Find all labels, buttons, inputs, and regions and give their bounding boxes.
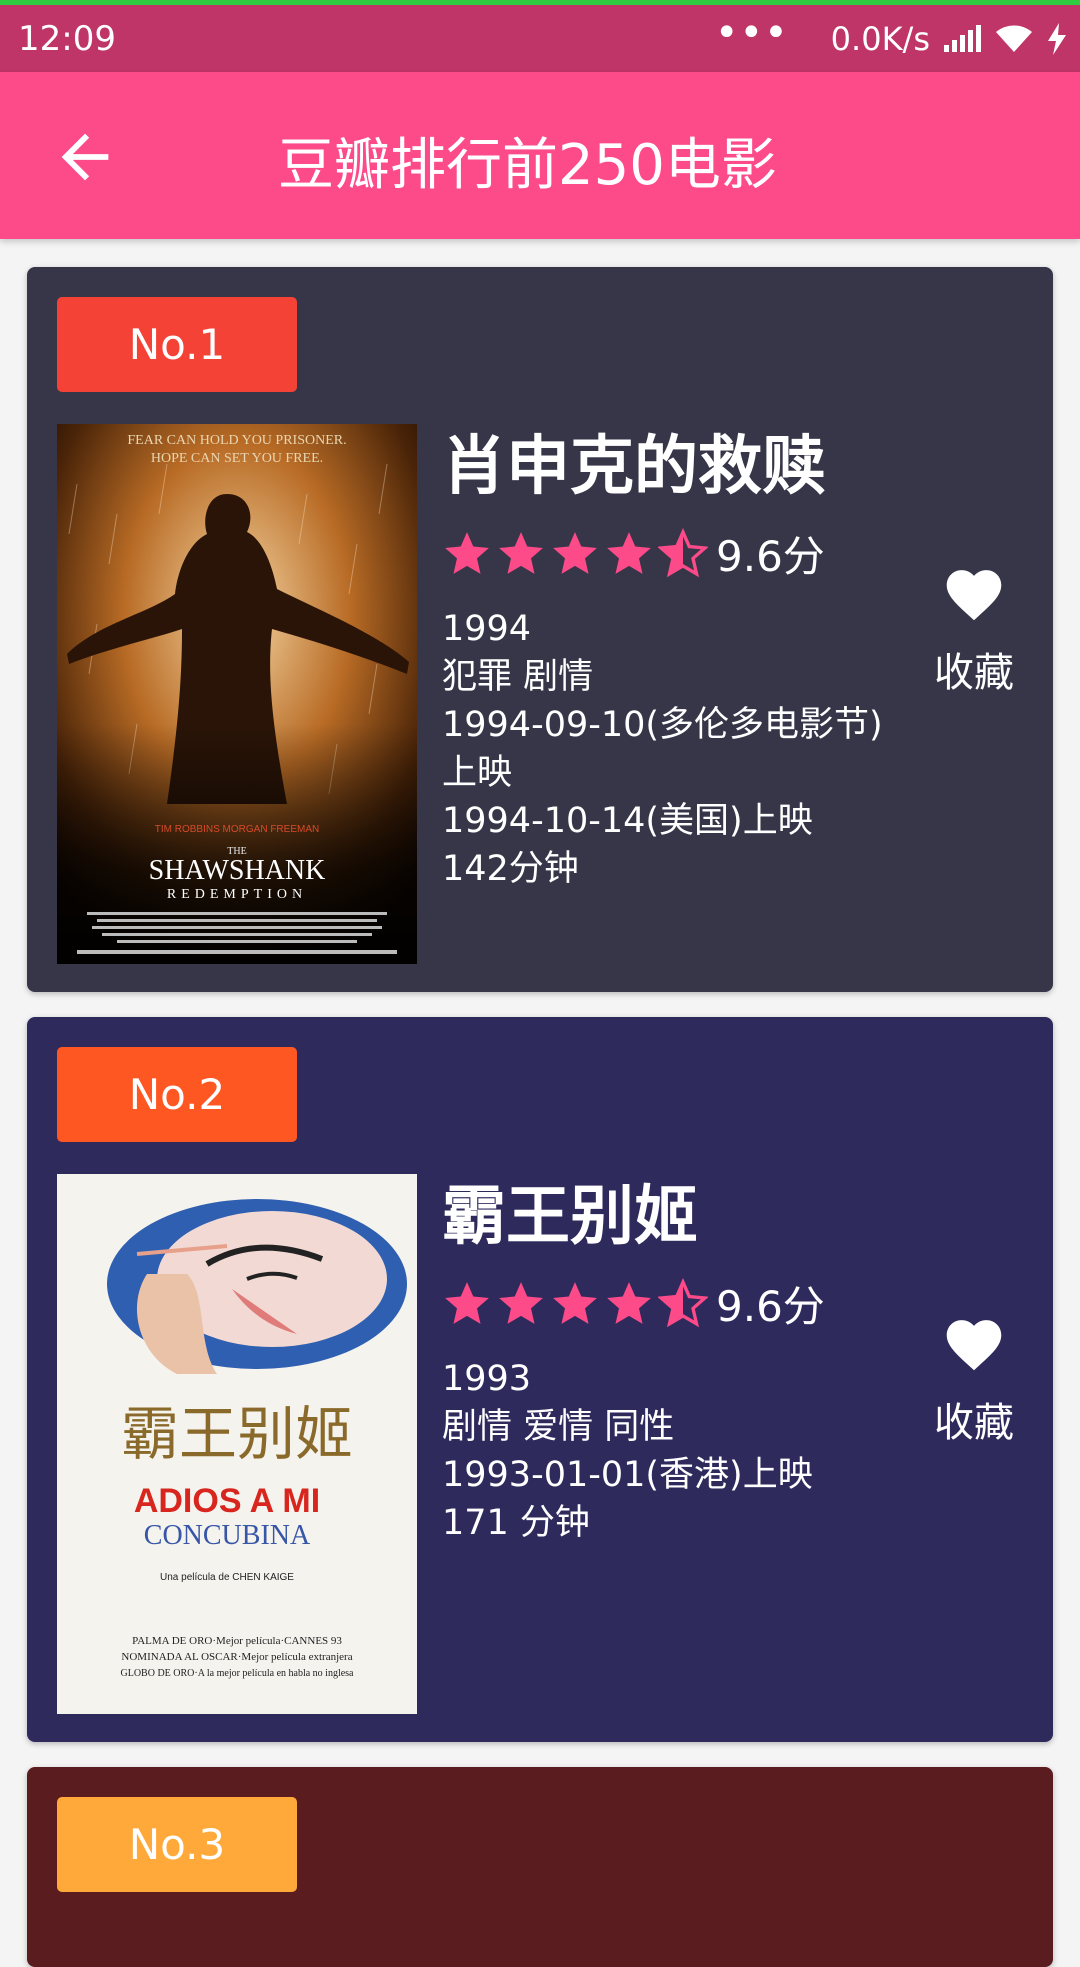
favorite-button[interactable]: 收藏 <box>929 562 1019 698</box>
movie-release: 1993-01-01(香港)上映 <box>442 1455 813 1495</box>
movie-card[interactable]: No.3 <box>27 1767 1053 1967</box>
rank-badge: No.1 <box>57 297 297 392</box>
page-title: 豆瓣排行前250电影 <box>278 133 777 198</box>
net-speed: 0.0K/s <box>830 20 930 58</box>
poster-tagline: FEAR CAN HOLD YOU PRISONER. <box>127 433 346 448</box>
movie-duration: 142分钟 <box>442 849 579 889</box>
movie-duration: 171 分钟 <box>442 1503 590 1543</box>
movie-info: 肖申克的救赎 9.6分 1994 犯罪 剧情 1994-09-10(多伦多电影节… <box>442 427 912 893</box>
status-time: 12:09 <box>18 19 116 59</box>
movie-card[interactable]: No.2 霸王别姬 ADIOS A MI CONCUBINA Una pelíc… <box>27 1017 1053 1742</box>
star-icon <box>445 532 489 574</box>
poster-sub: REDEMPTION <box>167 887 307 902</box>
poster-director: Una película de CHEN KAIGE <box>160 1572 294 1583</box>
movie-year: 1994 <box>442 609 532 649</box>
movie-year: 1993 <box>442 1359 532 1399</box>
movie-title: 霸王别姬 <box>442 1180 698 1254</box>
charging-icon <box>1048 23 1066 55</box>
poster-tagline: HOPE CAN SET YOU FREE. <box>151 451 323 466</box>
poster-name: SHAWSHANK <box>149 855 326 886</box>
movie-meta: 1994 犯罪 剧情 1994-09-10(多伦多电影节)上映 1994-10-… <box>442 605 912 893</box>
star-icon <box>553 1282 597 1324</box>
status-bar: 12:09 ••• 0.0K/s <box>0 0 1080 72</box>
signal-icon <box>944 25 981 52</box>
poster-cn-title: 霸王别姬 <box>121 1400 353 1468</box>
star-icon <box>607 532 651 574</box>
movie-genres: 犯罪 剧情 <box>442 657 594 697</box>
star-icon <box>499 1282 543 1324</box>
star-icon <box>499 532 543 574</box>
star-half-icon <box>658 1278 708 1328</box>
back-button[interactable] <box>50 122 120 192</box>
poster-name: ADIOS A MI <box>134 1482 320 1520</box>
poster-award: GLOBO DE ORO·A la mejor película en habl… <box>121 1668 355 1679</box>
favorite-label: 收藏 <box>934 650 1014 696</box>
rank-badge: No.3 <box>57 1797 297 1892</box>
movie-poster[interactable]: 霸王别姬 ADIOS A MI CONCUBINA Una película d… <box>57 1174 417 1714</box>
movie-genres: 剧情 爱情 同性 <box>442 1407 675 1447</box>
app-bar: 豆瓣排行前250电影 <box>0 72 1080 239</box>
favorite-label: 收藏 <box>934 1400 1014 1446</box>
rank-badge: No.2 <box>57 1047 297 1142</box>
poster-name: CONCUBINA <box>144 1520 311 1551</box>
arrow-back-icon <box>61 133 109 181</box>
star-half-icon <box>658 528 708 578</box>
heart-icon <box>946 1320 1002 1371</box>
star-icon <box>445 1282 489 1324</box>
heart-icon <box>946 570 1002 621</box>
rating-row: 9.6分 <box>442 1273 912 1333</box>
wifi-icon <box>996 25 1032 52</box>
movie-score: 9.6分 <box>716 1281 825 1331</box>
movie-card[interactable]: No.1 FEAR CAN HOLD YOU PRISONER. HOPE CA… <box>27 267 1053 992</box>
movie-release: 1994-09-10(多伦多电影节)上映 <box>442 705 883 793</box>
movie-title: 肖申克的救赎 <box>442 430 826 504</box>
movie-score: 9.6分 <box>716 531 825 581</box>
movie-meta: 1993 剧情 爱情 同性 1993-01-01(香港)上映 171 分钟 <box>442 1355 912 1547</box>
star-icon <box>607 1282 651 1324</box>
poster-award: NOMINADA AL OSCAR·Mejor película extranj… <box>121 1651 352 1663</box>
movie-release: 1994-10-14(美国)上映 <box>442 801 813 841</box>
poster-award: PALMA DE ORO·Mejor película·CANNES 93 <box>132 1635 342 1647</box>
movie-poster[interactable]: FEAR CAN HOLD YOU PRISONER. HOPE CAN SET… <box>57 424 417 964</box>
more-dots-icon: ••• <box>714 10 789 56</box>
favorite-button[interactable]: 收藏 <box>929 1312 1019 1448</box>
movie-info: 霸王别姬 9.6分 1993 剧情 爱情 同性 1993-01-01(香港)上映… <box>442 1177 912 1547</box>
poster-cast: TIM ROBBINS MORGAN FREEMAN <box>155 824 319 835</box>
rating-row: 9.6分 <box>442 523 912 583</box>
star-icon <box>553 532 597 574</box>
